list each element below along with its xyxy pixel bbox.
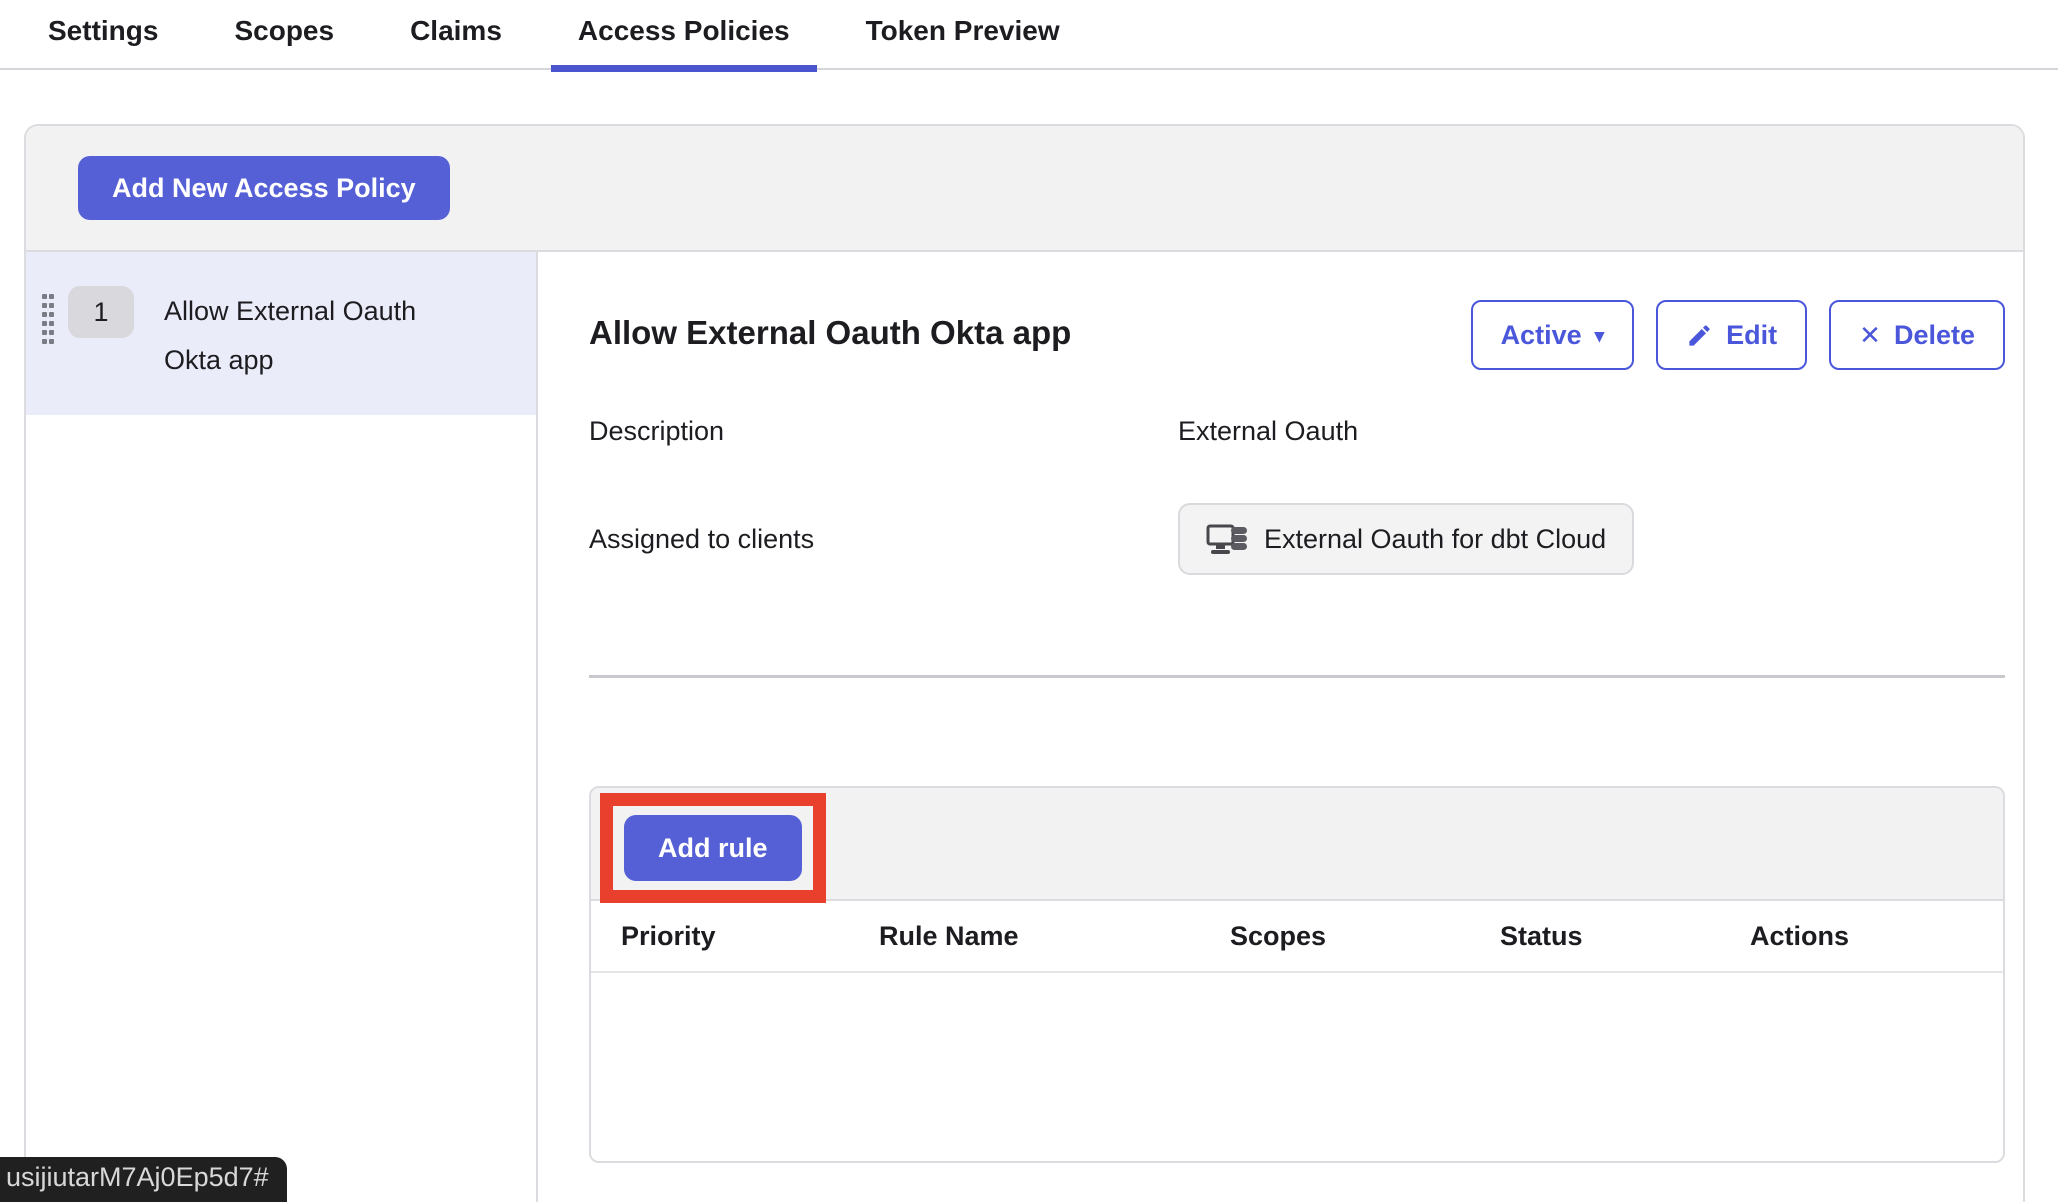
tab-access-policies[interactable]: Access Policies — [578, 0, 790, 70]
delete-label: Delete — [1894, 320, 1975, 351]
pencil-icon — [1686, 322, 1713, 349]
tab-scopes[interactable]: Scopes — [234, 0, 334, 70]
assigned-client-name: External Oauth for dbt Cloud — [1264, 524, 1606, 555]
add-new-access-policy-button[interactable]: Add New Access Policy — [78, 156, 450, 220]
policy-fields: Description External Oauth Assigned to c… — [589, 416, 2005, 575]
tab-settings[interactable]: Settings — [48, 0, 158, 70]
policy-order-badge: 1 — [68, 286, 134, 338]
policy-actions: Active ▾ Edit ✕ Delete — [1471, 300, 2005, 370]
client-app-icon — [1206, 521, 1248, 557]
link-status-tooltip: usijiutarM7Aj0Ep5d7# — [0, 1157, 287, 1202]
policy-detail-header: Allow External Oauth Okta app Active ▾ E… — [589, 300, 2005, 370]
tab-claims[interactable]: Claims — [410, 0, 502, 70]
panel-body: 1 Allow External Oauth Okta app Allow Ex… — [26, 252, 2023, 1202]
policy-title: Allow External Oauth Okta app — [589, 314, 1071, 352]
column-rule-name: Rule Name — [879, 921, 1230, 952]
tab-bar: Settings Scopes Claims Access Policies T… — [0, 0, 2058, 70]
caret-down-icon: ▾ — [1595, 325, 1605, 348]
rules-table-header-row: Priority Rule Name Scopes Status Actions — [591, 901, 2003, 973]
drag-handle-dots-icon[interactable] — [42, 294, 56, 348]
column-scopes: Scopes — [1230, 921, 1500, 952]
rules-card: Add rule Priority Rule Name Scopes Statu… — [589, 786, 2005, 1163]
policy-list-item[interactable]: 1 Allow External Oauth Okta app — [26, 252, 536, 415]
column-status: Status — [1500, 921, 1750, 952]
policy-list: 1 Allow External Oauth Okta app — [26, 252, 538, 1202]
rules-card-header: Add rule — [591, 788, 2003, 901]
description-label: Description — [589, 416, 1178, 447]
section-divider — [589, 675, 2005, 678]
policy-detail: Allow External Oauth Okta app Active ▾ E… — [538, 252, 2023, 1202]
add-rule-button[interactable]: Add rule — [624, 815, 802, 881]
red-highlight-annotation: Add rule — [600, 793, 826, 903]
policy-name: Allow External Oauth Okta app — [164, 286, 464, 385]
tab-token-preview[interactable]: Token Preview — [866, 0, 1060, 70]
status-dropdown-button[interactable]: Active ▾ — [1471, 300, 1635, 370]
edit-button[interactable]: Edit — [1656, 300, 1807, 370]
panel-header: Add New Access Policy — [26, 126, 2023, 252]
edit-label: Edit — [1726, 320, 1777, 351]
delete-button[interactable]: ✕ Delete — [1829, 300, 2005, 370]
column-actions: Actions — [1750, 921, 2003, 952]
description-value: External Oauth — [1178, 416, 2005, 447]
x-icon: ✕ — [1859, 320, 1881, 351]
assigned-client-chip[interactable]: External Oauth for dbt Cloud — [1178, 503, 1634, 575]
assigned-to-clients-label: Assigned to clients — [589, 524, 1178, 555]
status-label: Active — [1501, 320, 1582, 351]
rules-table-empty-body — [591, 973, 2003, 1161]
column-priority: Priority — [621, 921, 879, 952]
access-policies-panel: Add New Access Policy 1 Allow External O… — [24, 124, 2025, 1202]
